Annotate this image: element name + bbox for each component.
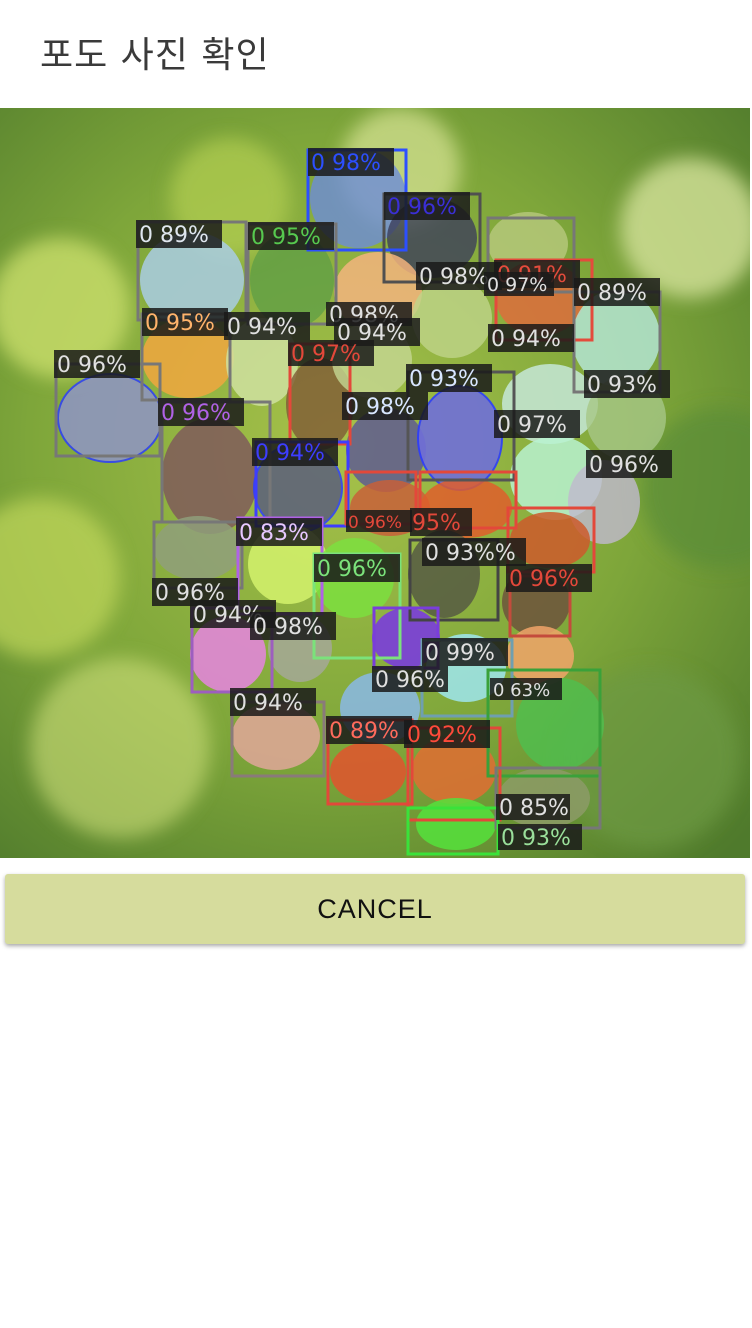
detection-label: 0 85% <box>499 796 569 821</box>
detection-label: 0 63% <box>493 680 550 701</box>
detection-label: 0 96% <box>57 353 127 378</box>
detection-label: 0 92% <box>407 723 477 748</box>
detection-label: 0 98% <box>311 151 381 176</box>
detection-label: 0 96% <box>161 401 231 426</box>
detection-label: 0 93%% <box>425 541 516 566</box>
detection-label: 0 96% <box>317 557 387 582</box>
grape-photo-preview: 0 98% 0 96% 0 89% 0 95% 0 98% 0 91% 0 97… <box>0 108 750 858</box>
detection-label: 0 98% <box>253 615 323 640</box>
detection-label: 0 97% <box>291 342 361 367</box>
detection-label: 0 95% <box>145 311 215 336</box>
detection-label: 0 97% <box>487 274 547 296</box>
detection-label: 0 94% <box>491 327 561 352</box>
detection-label: 0 96% <box>509 567 579 592</box>
detection-label: 0 98% <box>345 395 415 420</box>
detection-label: 0 83% <box>239 521 309 546</box>
detection-label: 0 93% <box>587 373 657 398</box>
detection-label: 0 99% <box>425 641 495 666</box>
detection-label: 0 96% <box>387 195 457 220</box>
page-title: 포도 사진 확인 <box>40 35 270 76</box>
detection-label: 0 89% <box>139 223 209 248</box>
detection-label: 0 93% <box>501 826 571 851</box>
detection-label: 0 95% <box>251 225 321 250</box>
detection-label: 0 94% <box>233 691 303 716</box>
detection-label: 95% <box>412 511 461 536</box>
detection-label: 0 96% <box>375 668 445 693</box>
detection-label: 0 97% <box>497 413 567 438</box>
detection-label: 0 96% <box>589 453 659 478</box>
detection-label: 0 94% <box>227 315 297 340</box>
detection-label: 0 89% <box>577 281 647 306</box>
detection-label: 0 89% <box>329 719 399 744</box>
detection-overlay: 0 98% 0 96% 0 89% 0 95% 0 98% 0 91% 0 97… <box>0 108 750 858</box>
cancel-button[interactable]: CANCEL <box>5 874 745 944</box>
app-bar: 포도 사진 확인 <box>0 0 752 108</box>
detection-label: 0 94% <box>255 441 325 466</box>
detection-label: 0 93% <box>409 367 479 392</box>
detection-label: 0 98% <box>419 265 489 290</box>
detection-label: 0 96% <box>348 513 402 533</box>
